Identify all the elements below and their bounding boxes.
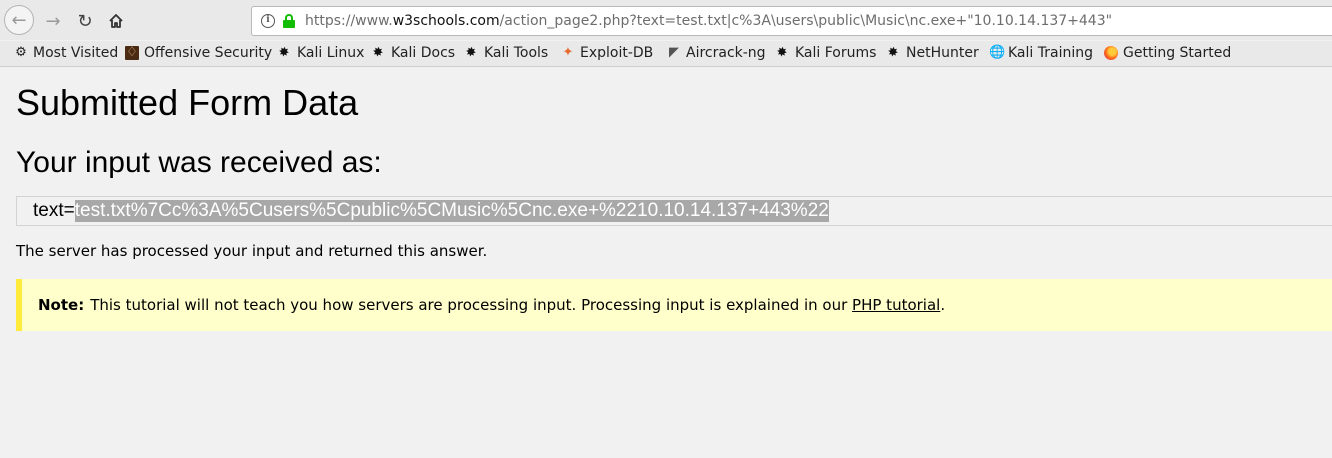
arrow-left-icon: ← — [11, 9, 27, 31]
bookmark-label: Offensive Security — [144, 45, 273, 61]
bookmark-label: Getting Started — [1123, 45, 1232, 61]
kali-dragon-icon: ✸ — [773, 43, 792, 62]
page-content: Submitted Form Data Your input was recei… — [0, 67, 1332, 458]
bookmark-label: Aircrack-ng — [686, 45, 766, 61]
reload-button[interactable]: ↻ — [70, 6, 100, 36]
bookmark-kali-linux[interactable]: ✸ Kali Linux — [275, 43, 365, 62]
page-subtitle: Your input was received as: — [16, 146, 382, 179]
url-bar[interactable]: i https://www. w3schools.com/action_page2… — [251, 6, 1332, 36]
url-domain: w3schools.com — [392, 13, 500, 29]
browser-toolbar: ← → ↻ i https://www. w3schools.com/action… — [0, 0, 1332, 40]
offsec-icon: ♢ — [125, 45, 139, 60]
bookmark-label: Most Visited — [33, 45, 119, 61]
arrow-right-icon: → — [45, 10, 61, 32]
reload-icon: ↻ — [77, 10, 93, 32]
kali-dragon-icon: ✸ — [884, 43, 903, 62]
bookmark-getting-started[interactable]: Getting Started — [1104, 44, 1231, 62]
submitted-data-box: text= test.txt%7Cc%3A%5Cusers%5Cpublic%5C… — [16, 196, 1332, 226]
bookmark-nethunter[interactable]: ✸ NetHunter — [884, 43, 979, 62]
info-icon[interactable]: i — [261, 14, 275, 28]
bookmark-label: Kali Tools — [484, 45, 549, 61]
bookmark-offensive-security[interactable]: ♢ Offensive Security — [125, 44, 272, 62]
note-text: This tutorial will not teach you how ser… — [90, 296, 853, 314]
kali-dragon-icon: ✸ — [369, 43, 388, 62]
bookmark-exploit-db[interactable]: ✦ Exploit-DB — [561, 44, 654, 62]
home-button[interactable] — [101, 6, 131, 36]
kali-dragon-icon: ✸ — [275, 43, 294, 62]
firefox-icon — [1104, 46, 1118, 60]
bookmark-kali-tools[interactable]: ✸ Kali Tools — [462, 43, 549, 62]
bookmark-aircrack-ng[interactable]: ◤ Aircrack-ng — [667, 44, 766, 62]
bookmarks-bar: ⚙ Most Visited ♢ Offensive Security ✸ Ka… — [0, 41, 1332, 67]
note-label: Note: — [38, 296, 85, 314]
bookmark-label: NetHunter — [906, 45, 979, 61]
bookmark-label: Kali Forums — [795, 45, 877, 61]
bookmark-label: Kali Docs — [391, 45, 456, 61]
bookmark-kali-training[interactable]: 🌐 Kali Training — [989, 44, 1093, 62]
data-value-selected[interactable]: test.txt%7Cc%3A%5Cusers%5Cpublic%5CMusic… — [74, 200, 829, 222]
bookmark-kali-forums[interactable]: ✸ Kali Forums — [773, 43, 877, 62]
answer-text: The server has processed your input and … — [16, 242, 488, 260]
url-path: /action_page2.php?text=test.txt|c%3A\use… — [499, 13, 1113, 29]
data-key: text= — [33, 200, 75, 221]
note-panel: Note: This tutorial will not teach you h… — [16, 279, 1332, 331]
url-prefix: https://www. — [305, 13, 393, 29]
forward-button[interactable]: → — [38, 6, 68, 36]
bookmark-label: Kali Linux — [297, 45, 365, 61]
php-tutorial-link[interactable]: PHP tutorial — [852, 296, 940, 314]
note-end: . — [940, 296, 946, 314]
globe-icon: 🌐 — [989, 45, 1006, 60]
bookmark-most-visited[interactable]: ⚙ Most Visited — [14, 44, 118, 62]
aircrack-icon: ◤ — [669, 45, 679, 60]
bookmark-kali-docs[interactable]: ✸ Kali Docs — [369, 43, 456, 62]
lock-icon[interactable] — [283, 14, 295, 28]
bookmark-label: Kali Training — [1008, 45, 1093, 61]
kali-dragon-icon: ✸ — [462, 43, 481, 62]
page-title: Submitted Form Data — [16, 82, 359, 123]
gear-icon: ⚙ — [15, 45, 27, 60]
back-button[interactable]: ← — [4, 5, 34, 35]
bookmark-label: Exploit-DB — [580, 45, 654, 61]
exploit-db-icon: ✦ — [562, 45, 574, 60]
home-icon — [109, 14, 123, 28]
